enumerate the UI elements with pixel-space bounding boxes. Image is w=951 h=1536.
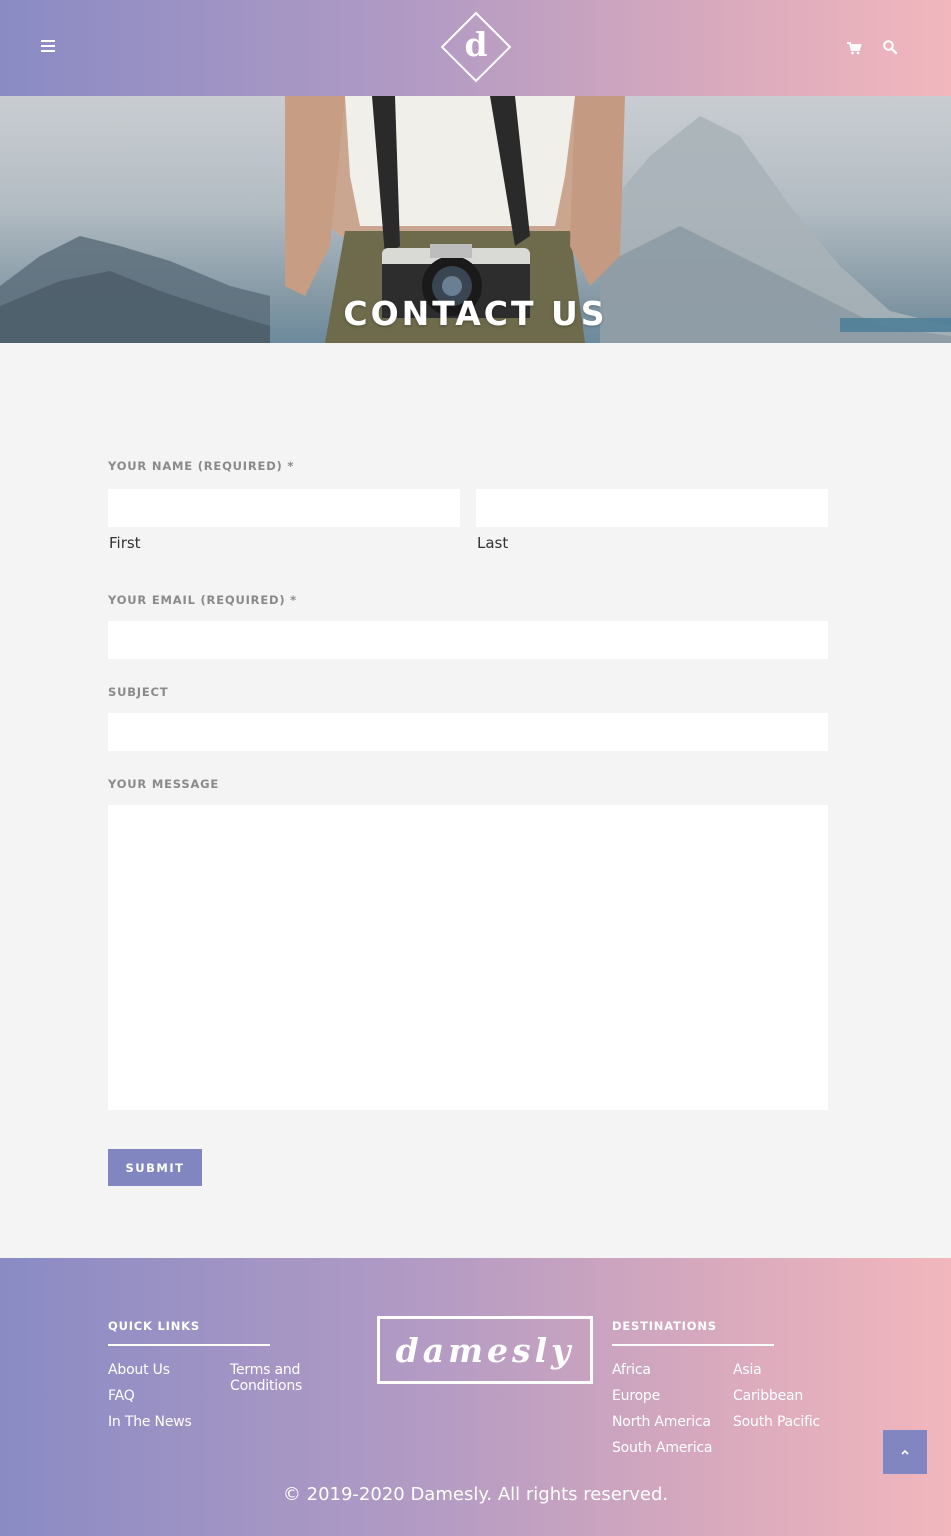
last-name-input[interactable] [476, 489, 828, 527]
destination-south-america[interactable]: South America [612, 1440, 712, 1456]
destination-europe[interactable]: Europe [612, 1388, 660, 1404]
search-icon[interactable] [882, 39, 898, 55]
subject-input[interactable] [108, 713, 828, 751]
destinations-divider [612, 1344, 774, 1346]
footer-brand-logo[interactable]: damesly [377, 1316, 593, 1384]
last-sublabel: Last [477, 534, 509, 552]
chevron-up-icon [901, 1449, 909, 1455]
footer-link-terms[interactable]: Terms and Conditions [230, 1362, 330, 1394]
destination-africa[interactable]: Africa [612, 1362, 651, 1378]
message-label: YOUR MESSAGE [108, 777, 220, 791]
email-label: YOUR EMAIL (REQUIRED) * [108, 593, 297, 607]
submit-button[interactable]: SUBMIT [108, 1149, 202, 1186]
quick-links-heading: QUICK LINKS [108, 1319, 200, 1333]
hero-banner: CONTACT US [0, 96, 951, 343]
page-title: CONTACT US [343, 294, 608, 333]
destination-north-america[interactable]: North America [612, 1414, 711, 1430]
footer-link-about-us[interactable]: About Us [108, 1362, 170, 1378]
first-name-input[interactable] [108, 489, 460, 527]
footer-link-in-the-news[interactable]: In The News [108, 1414, 192, 1430]
name-label: YOUR NAME (REQUIRED) * [108, 459, 295, 473]
hamburger-menu-icon[interactable] [41, 40, 55, 54]
footer-link-faq[interactable]: FAQ [108, 1388, 135, 1404]
copyright: © 2019-2020 Damesly. All rights reserved… [282, 1484, 669, 1505]
subject-label: SUBJECT [108, 685, 169, 699]
first-sublabel: First [109, 534, 141, 552]
message-textarea[interactable] [108, 805, 828, 1110]
destination-south-pacific[interactable]: South Pacific [733, 1414, 820, 1430]
back-to-top-button[interactable] [883, 1430, 927, 1474]
email-input[interactable] [108, 621, 828, 659]
quick-links-divider [108, 1344, 270, 1346]
destination-asia[interactable]: Asia [733, 1362, 762, 1378]
site-header: d [0, 0, 951, 96]
brand-name: damesly [395, 1330, 575, 1370]
destination-caribbean[interactable]: Caribbean [733, 1388, 803, 1404]
logo-letter[interactable]: d [451, 22, 501, 72]
cart-icon[interactable] [846, 40, 862, 56]
destinations-heading: DESTINATIONS [612, 1319, 717, 1333]
